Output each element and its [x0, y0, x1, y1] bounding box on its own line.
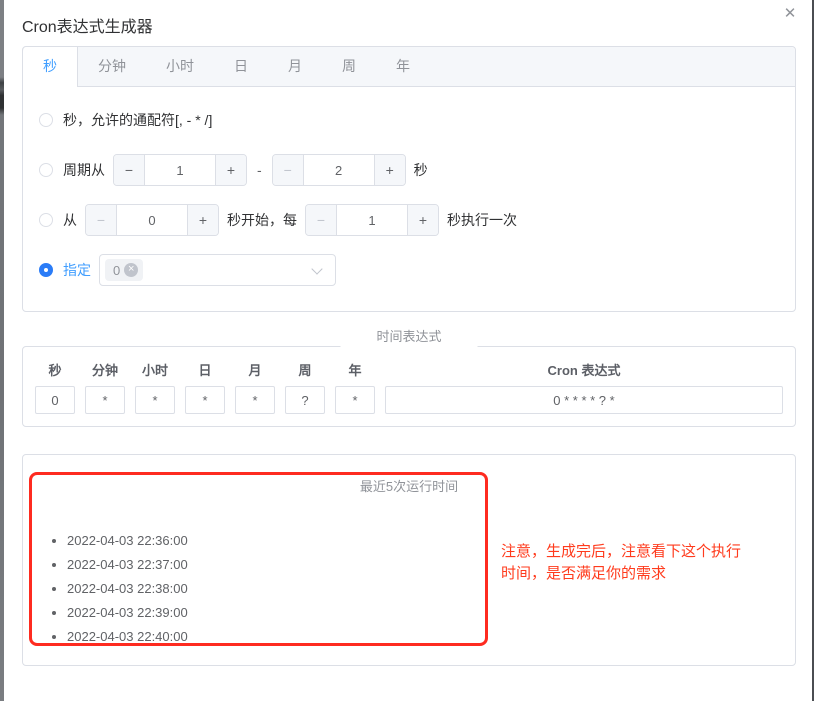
cron-generator-dialog: Cron表达式生成器 ✕ 秒 分钟 小时 日 月 周 年 秒，允许的通配符[, …	[22, 0, 796, 666]
option-cycle-row: 周期从 − 1 + - − 2 + 秒	[39, 145, 779, 195]
tab-month[interactable]: 月	[268, 47, 322, 86]
option-interval-suffix: 秒执行一次	[447, 210, 517, 230]
cycle-from-value[interactable]: 1	[145, 155, 215, 185]
tag-close-icon[interactable]: ×	[124, 263, 138, 277]
background-page-left-edge	[0, 0, 4, 701]
value-day-field[interactable]: *	[185, 386, 225, 414]
col-header-week: 周	[285, 361, 325, 380]
plus-icon[interactable]: +	[407, 205, 438, 235]
tab-year[interactable]: 年	[376, 47, 430, 86]
chevron-down-icon	[311, 263, 322, 274]
value-year-field[interactable]: *	[335, 386, 375, 414]
time-expression-card: 时间表达式 秒 分钟 小时 日 月 周 年 Cron 表达式 0 * * * *…	[22, 346, 796, 427]
tab-hours[interactable]: 小时	[146, 47, 214, 86]
cycle-to-value[interactable]: 2	[304, 155, 374, 185]
radio-wildcard[interactable]	[39, 113, 53, 127]
option-wildcard-row: 秒，允许的通配符[, - * /]	[39, 95, 779, 145]
col-header-hours: 小时	[135, 361, 175, 380]
cycle-from-stepper: − 1 +	[113, 154, 247, 186]
minus-icon[interactable]: −	[86, 205, 117, 235]
tab-week[interactable]: 周	[322, 47, 376, 86]
value-seconds-field[interactable]: 0	[35, 386, 75, 414]
recent-runs-card: 最近5次运行时间 2022-04-03 22:36:00 2022-04-03 …	[22, 454, 796, 666]
plus-icon[interactable]: +	[374, 155, 405, 185]
option-interval-row: 从 − 0 + 秒开始，每 − 1 + 秒执行一次	[39, 195, 779, 245]
value-minutes-field[interactable]: *	[85, 386, 125, 414]
interval-start-stepper: − 0 +	[85, 204, 219, 236]
cron-field-tabs-card: 秒 分钟 小时 日 月 周 年 秒，允许的通配符[, - * /] 周期从 − …	[22, 46, 796, 312]
tab-day[interactable]: 日	[214, 47, 268, 86]
minus-icon[interactable]: −	[114, 155, 145, 185]
dialog-header: Cron表达式生成器 ✕	[22, 0, 796, 46]
cycle-to-stepper: − 2 +	[272, 154, 406, 186]
dialog-title: Cron表达式生成器	[22, 16, 796, 40]
option-interval-middle: 秒开始，每	[227, 210, 297, 230]
interval-start-value[interactable]: 0	[117, 205, 187, 235]
red-highlight-box	[29, 472, 488, 646]
red-annotation-note: 注意，生成完后，注意看下这个执行 时间，是否满足你的需求	[501, 541, 761, 585]
cron-expression-field[interactable]: 0 * * * * ? *	[385, 386, 783, 414]
option-specify-row: 指定 0 ×	[39, 245, 779, 295]
close-icon[interactable]: ✕	[780, 4, 800, 24]
selected-value: 0	[113, 263, 120, 278]
col-header-seconds: 秒	[35, 361, 75, 380]
col-header-day: 日	[185, 361, 225, 380]
annotation-line-1: 注意，生成完后，注意看下这个执行	[501, 541, 761, 563]
value-month-field[interactable]: *	[235, 386, 275, 414]
option-specify-label[interactable]: 指定	[63, 260, 91, 280]
col-header-year: 年	[335, 361, 375, 380]
expression-header-row: 秒 分钟 小时 日 月 周 年 Cron 表达式	[35, 361, 783, 380]
expression-values-row: 0 * * * * ? * 0 * * * * ? *	[35, 386, 783, 414]
radio-specify-selected[interactable]	[39, 263, 53, 277]
option-interval-prefix[interactable]: 从	[63, 210, 77, 230]
radio-cycle[interactable]	[39, 163, 53, 177]
option-cycle-suffix: 秒	[414, 160, 428, 180]
plus-icon[interactable]: +	[215, 155, 246, 185]
plus-icon[interactable]: +	[187, 205, 218, 235]
minus-icon[interactable]: −	[273, 155, 304, 185]
col-header-minutes: 分钟	[85, 361, 125, 380]
col-header-month: 月	[235, 361, 275, 380]
minus-icon[interactable]: −	[306, 205, 337, 235]
col-header-cron-expression: Cron 表达式	[385, 361, 783, 380]
annotation-line-2: 时间，是否满足你的需求	[501, 563, 761, 585]
interval-step-value[interactable]: 1	[337, 205, 407, 235]
tab-seconds[interactable]: 秒	[22, 47, 78, 87]
tabs-header: 秒 分钟 小时 日 月 周 年	[23, 47, 795, 87]
seconds-tab-panel: 秒，允许的通配符[, - * /] 周期从 − 1 + - − 2 + 秒	[23, 87, 795, 311]
value-hours-field[interactable]: *	[135, 386, 175, 414]
interval-step-stepper: − 1 +	[305, 204, 439, 236]
cycle-range-dash: -	[257, 162, 262, 178]
radio-interval[interactable]	[39, 213, 53, 227]
value-week-field[interactable]: ?	[285, 386, 325, 414]
tab-minutes[interactable]: 分钟	[78, 47, 146, 86]
option-cycle-prefix[interactable]: 周期从	[63, 160, 105, 180]
time-expression-legend: 时间表达式	[340, 327, 477, 354]
specify-seconds-select[interactable]: 0 ×	[99, 254, 336, 286]
option-wildcard-label[interactable]: 秒，允许的通配符[, - * /]	[63, 110, 212, 130]
selected-value-tag: 0 ×	[105, 259, 143, 281]
background-page-right-edge	[812, 0, 814, 701]
